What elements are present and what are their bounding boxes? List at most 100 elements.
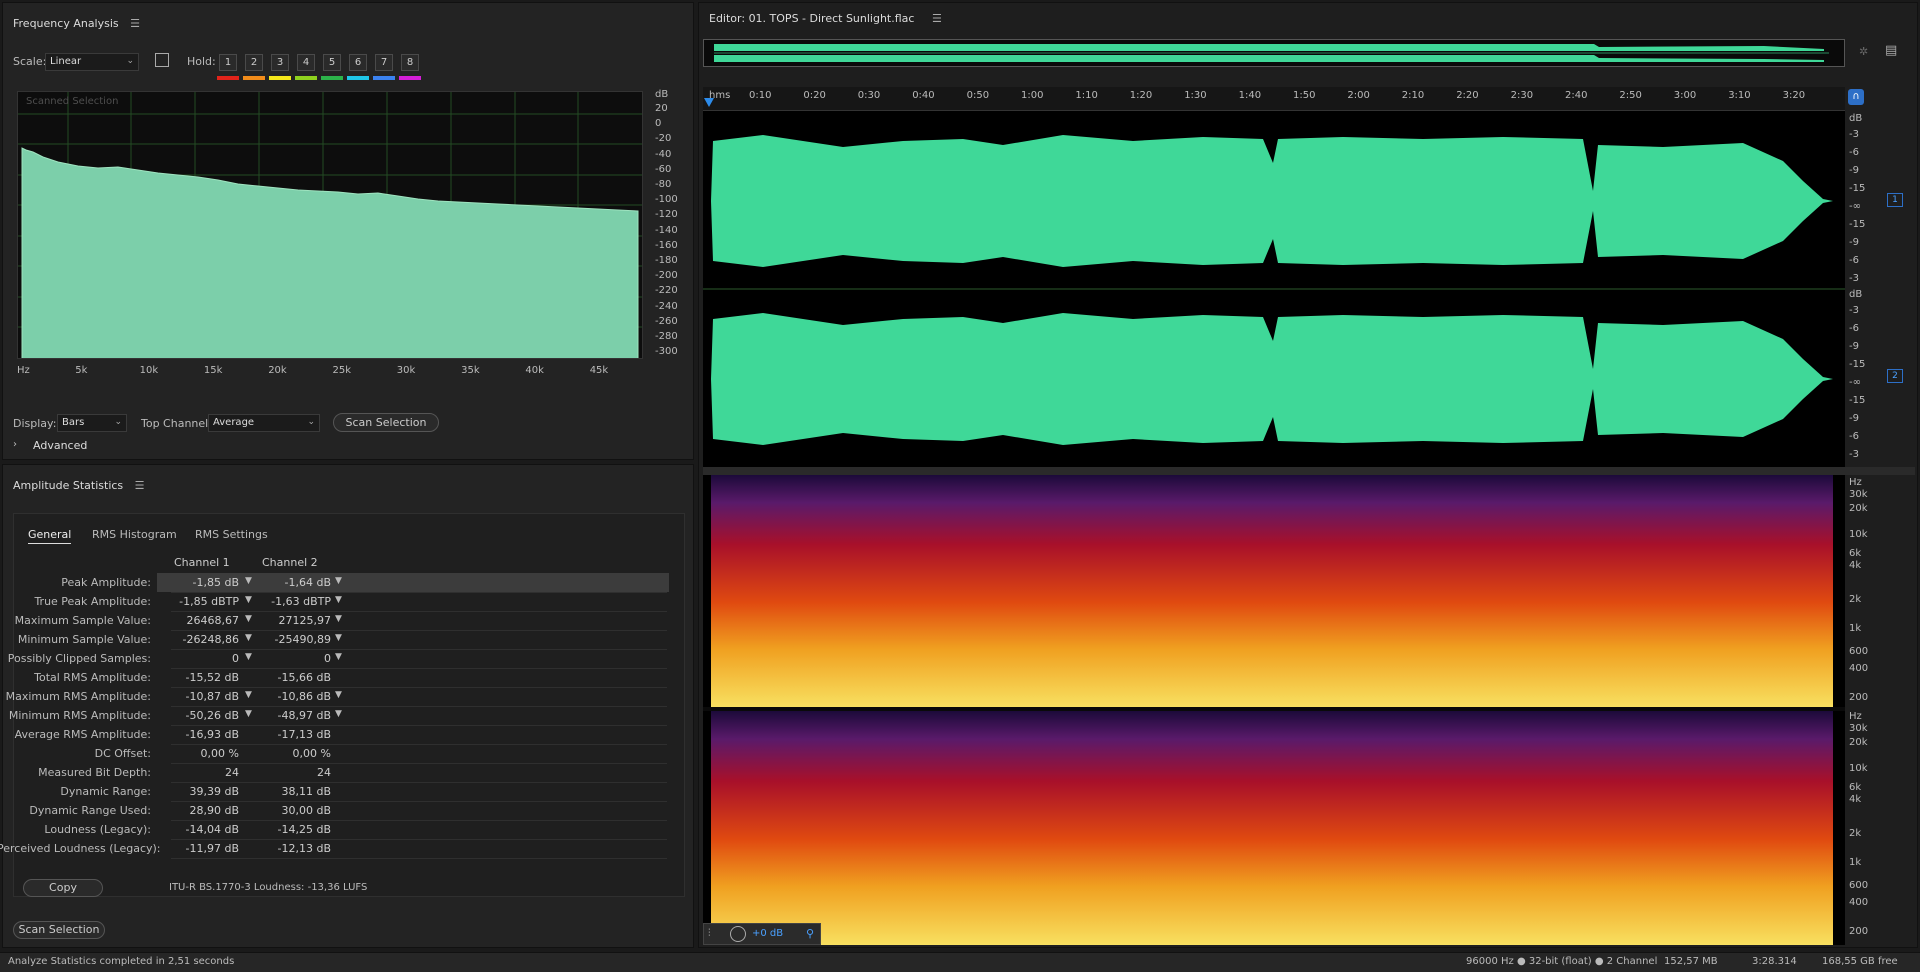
chevron-right-icon[interactable]: ›: [13, 439, 17, 450]
spectrogram-area[interactable]: [703, 475, 1845, 945]
waveform-db-tick: -9: [1849, 165, 1859, 176]
playhead-marker[interactable]: [704, 98, 714, 107]
hold-button-5[interactable]: 5: [323, 54, 341, 71]
stats-row-ch1: 26468,67: [186, 614, 240, 627]
goto-marker-icon[interactable]: ▼: [335, 690, 342, 700]
gain-knob-icon[interactable]: [730, 926, 746, 942]
stats-row: Maximum Sample Value: 26468,67 27125,97 ▼ ▼: [15, 611, 669, 630]
gain-hud[interactable]: ⫶ +0 dB ⚲: [703, 923, 821, 945]
freq-x-tick: 45k: [589, 365, 609, 376]
waveform-db-tick: -9: [1849, 237, 1859, 248]
stats-row-name: Peak Amplitude:: [61, 576, 151, 589]
goto-marker-icon[interactable]: ▼: [335, 576, 342, 586]
hz-tick: 20k: [1849, 503, 1868, 514]
stats-row-ch2: -25490,89: [274, 633, 331, 646]
stats-row-name: Loudness (Legacy):: [44, 823, 151, 836]
display-select[interactable]: Bars ⌄: [57, 414, 127, 432]
layout-icon[interactable]: ▤: [1885, 43, 1897, 58]
editor-title-text: Editor: 01. TOPS - Direct Sunlight.flac: [709, 12, 915, 25]
hold-button-4[interactable]: 4: [297, 54, 315, 71]
waveform-channel-2: [711, 313, 1833, 445]
hold-button-7[interactable]: 7: [375, 54, 393, 71]
copy-icon[interactable]: [155, 53, 169, 67]
goto-marker-icon[interactable]: ▼: [335, 614, 342, 624]
time-tick: 2:50: [1619, 90, 1642, 101]
status-free-space: 168,55 GB free: [1822, 956, 1898, 967]
top-channel-label: Top Channel:: [141, 417, 212, 430]
scan-selection-button[interactable]: Scan Selection: [333, 413, 439, 432]
status-bar: Analyze Statistics completed in 2,51 sec…: [0, 952, 1920, 972]
channel-1-badge[interactable]: 1: [1887, 193, 1903, 207]
time-ruler[interactable]: hms 0:10 0:20 0:30 0:40 0:50 1:00 1:10 1:20 1:30…: [703, 87, 1845, 111]
frequency-analysis-panel: Frequency Analysis ☰ Scale: Linear ⌄ Hol…: [2, 2, 694, 460]
hold-button-2[interactable]: 2: [245, 54, 263, 71]
freq-y-tick: -80: [655, 179, 672, 190]
amp-scan-selection-button[interactable]: Scan Selection: [13, 921, 105, 939]
goto-marker-icon[interactable]: ▼: [245, 709, 252, 719]
spectrum-fill: [21, 147, 639, 358]
goto-marker-icon[interactable]: ▼: [245, 614, 252, 624]
goto-marker-icon[interactable]: ▼: [245, 576, 252, 586]
waveform-db-tick: -3: [1849, 449, 1859, 460]
amplitude-statistics-title-text: Amplitude Statistics: [13, 479, 124, 492]
goto-marker-icon[interactable]: ▼: [245, 652, 252, 662]
freq-y-tick: -200: [655, 270, 678, 282]
time-tick: 2:10: [1401, 90, 1425, 101]
gain-value[interactable]: +0 dB: [752, 928, 783, 939]
stats-row: True Peak Amplitude: -1,85 dBTP -1,63 dBTP…: [34, 592, 669, 611]
freq-y-unit: dB: [655, 89, 669, 100]
top-channel-select[interactable]: Average ⌄: [208, 414, 320, 432]
copy-button[interactable]: Copy: [23, 879, 103, 897]
waveform-area[interactable]: [703, 111, 1845, 467]
hz-tick: 600: [1849, 880, 1869, 891]
hz-tick: 1k: [1849, 623, 1862, 634]
stats-row-ch1: -16,93 dB: [185, 728, 240, 741]
zoom-icon[interactable]: ✲: [1859, 45, 1868, 58]
waveform-overview[interactable]: [703, 39, 1845, 67]
spectrogram-channel-1: [711, 475, 1833, 707]
hold-button-1[interactable]: 1: [219, 54, 237, 71]
level-icon: ⫶: [708, 928, 711, 939]
stats-row-name: Average RMS Amplitude:: [14, 728, 151, 741]
goto-marker-icon[interactable]: ▼: [245, 595, 252, 605]
time-tick: 3:00: [1673, 90, 1697, 101]
amplitude-statistics-title: Amplitude Statistics ☰: [13, 479, 145, 492]
status-size: 152,57 MB: [1664, 956, 1718, 967]
channel-2-badge[interactable]: 2: [1887, 369, 1903, 383]
goto-marker-icon[interactable]: ▼: [335, 652, 342, 662]
hold-button-3[interactable]: 3: [271, 54, 289, 71]
goto-marker-icon[interactable]: ▼: [335, 633, 342, 643]
headphone-icon[interactable]: ∩: [1848, 89, 1864, 105]
stats-row-name: Total RMS Amplitude:: [34, 671, 151, 684]
time-tick: 1:50: [1293, 90, 1316, 101]
hold-button-6[interactable]: 6: [349, 54, 367, 71]
hold-color-bar: [321, 76, 343, 80]
goto-marker-icon[interactable]: ▼: [245, 633, 252, 643]
waveform-db-tick: -3: [1849, 129, 1859, 140]
time-tick: 1:30: [1184, 90, 1207, 101]
freq-y-tick: -240: [655, 300, 678, 312]
stats-row-ch2: -10,86 dB: [277, 690, 332, 703]
chevron-down-icon: ⌄: [114, 417, 122, 427]
time-tick: 0:10: [749, 90, 772, 101]
advanced-toggle[interactable]: Advanced: [33, 439, 87, 452]
panel-menu-icon[interactable]: ☰: [135, 479, 145, 492]
tab-rms-histogram[interactable]: RMS Histogram: [92, 528, 177, 541]
goto-marker-icon[interactable]: ▼: [335, 709, 342, 719]
view-splitter[interactable]: [703, 467, 1915, 475]
hold-button-8[interactable]: 8: [401, 54, 419, 71]
waveform-db-tick: -3: [1849, 273, 1859, 284]
scale-select[interactable]: Linear ⌄: [45, 53, 139, 71]
waveform-db-tick: -∞: [1849, 377, 1861, 388]
tab-general[interactable]: General: [28, 528, 72, 544]
time-tick: 0:50: [966, 90, 990, 101]
goto-marker-icon[interactable]: ▼: [335, 595, 342, 605]
tab-rms-settings[interactable]: RMS Settings: [195, 528, 268, 541]
freq-y-tick: -160: [655, 239, 678, 251]
goto-marker-icon[interactable]: ▼: [245, 690, 252, 700]
panel-menu-icon[interactable]: ☰: [932, 12, 942, 25]
stats-row: Minimum Sample Value: -26248,86 -25490,89 ▼…: [18, 630, 669, 649]
panel-menu-icon[interactable]: ☰: [130, 17, 140, 30]
pin-icon[interactable]: ⚲: [806, 927, 814, 940]
stats-row-ch2: 27125,97: [278, 614, 332, 627]
